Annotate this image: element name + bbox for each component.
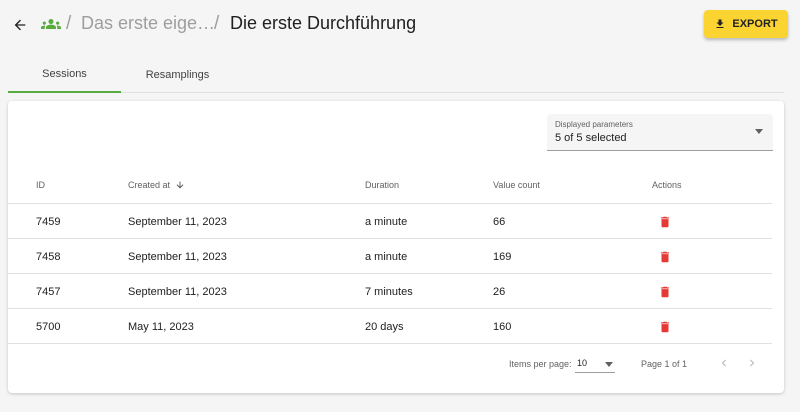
page-range: Page 1 of 1 xyxy=(641,359,688,369)
displayed-parameters-select[interactable]: Displayed parameters 5 of 5 selected xyxy=(547,114,773,151)
cell-created-at: September 11, 2023 xyxy=(128,251,227,263)
cell-duration: 20 days xyxy=(365,321,404,333)
breadcrumb-separator: / xyxy=(214,13,220,34)
cell-duration: a minute xyxy=(365,216,408,228)
table-row: 7459 September 11, 2023 a minute 66 xyxy=(8,204,772,239)
items-per-page-label: Items per page: xyxy=(509,359,572,369)
caret-down-icon xyxy=(605,362,613,367)
cell-value-count: 169 xyxy=(493,251,512,263)
chevron-right-icon xyxy=(750,359,755,367)
people-group-icon xyxy=(41,19,61,29)
cell-value-count: 26 xyxy=(493,286,506,298)
tab-resamplings[interactable]: Resamplings xyxy=(121,56,234,93)
cell-id: 7457 xyxy=(36,286,61,298)
export-label: EXPORT xyxy=(732,18,778,30)
trash-icon[interactable] xyxy=(658,319,672,335)
sessions-card: Displayed parameters 5 of 5 selected ID … xyxy=(8,101,784,393)
page-header: / Das erste eige… / Die erste Durchführu… xyxy=(0,0,800,50)
cell-value-count: 66 xyxy=(493,216,506,228)
previous-page-button[interactable] xyxy=(714,353,734,373)
tab-label: Sessions xyxy=(42,67,87,80)
arrow-left-icon xyxy=(14,19,26,31)
column-header-label: Created at xyxy=(128,180,171,190)
next-page-button[interactable] xyxy=(742,353,762,373)
arrow-down-icon xyxy=(176,181,184,189)
trash-icon[interactable] xyxy=(658,249,672,265)
cell-id: 5700 xyxy=(36,321,61,333)
breadcrumb-separator: / xyxy=(66,13,72,34)
cell-id: 7459 xyxy=(36,216,61,228)
items-per-page-value: 10 xyxy=(577,358,588,368)
items-per-page-select[interactable]: 10 xyxy=(575,355,615,373)
table-row: 7458 September 11, 2023 a minute 169 xyxy=(8,239,772,274)
cell-created-at: September 11, 2023 xyxy=(128,286,227,298)
page-title: Die erste Durchführung xyxy=(230,13,417,33)
column-header-actions: Actions xyxy=(652,180,682,190)
select-label: Displayed parameters xyxy=(555,120,633,129)
trash-icon[interactable] xyxy=(658,284,672,300)
tab-bar: Sessions Resamplings xyxy=(8,56,784,93)
cell-created-at: May 11, 2023 xyxy=(128,321,194,333)
cell-duration: a minute xyxy=(365,251,408,263)
column-header-created-at[interactable]: Created at xyxy=(128,180,185,190)
cell-created-at: September 11, 2023 xyxy=(128,216,227,228)
cell-id: 7458 xyxy=(36,251,61,263)
table-row: 5700 May 11, 2023 20 days 160 xyxy=(8,309,772,344)
column-header-value-count[interactable]: Value count xyxy=(493,180,540,190)
cell-duration: 7 minutes xyxy=(365,286,413,298)
tab-sessions[interactable]: Sessions xyxy=(8,56,121,93)
column-header-duration[interactable]: Duration xyxy=(365,180,399,190)
select-value: 5 of 5 selected xyxy=(555,132,627,144)
cell-value-count: 160 xyxy=(493,321,512,333)
export-button[interactable]: EXPORT xyxy=(704,10,788,38)
trash-icon[interactable] xyxy=(658,214,672,230)
caret-down-icon xyxy=(755,129,763,134)
table-row: 7457 September 11, 2023 7 minutes 26 xyxy=(8,274,772,309)
chevron-left-icon xyxy=(721,359,726,367)
tab-label: Resamplings xyxy=(145,68,210,81)
column-header-id[interactable]: ID xyxy=(36,180,45,190)
back-button[interactable] xyxy=(8,13,32,37)
download-icon xyxy=(716,19,724,28)
breadcrumb-parent-link[interactable]: Das erste eige… xyxy=(81,13,215,34)
